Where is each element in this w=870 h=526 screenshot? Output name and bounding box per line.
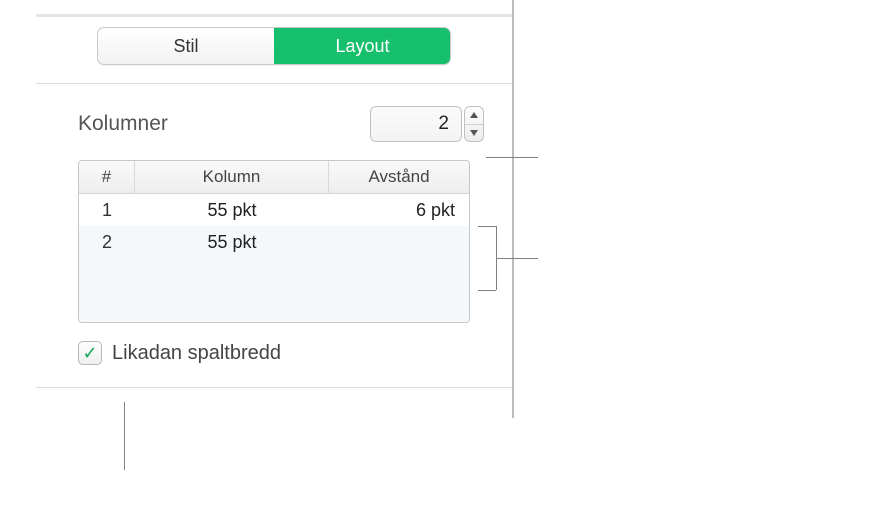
segmented-wrap: Stil Layout	[97, 27, 451, 65]
columns-label: Kolumner	[78, 112, 168, 136]
leader-line	[478, 226, 496, 227]
segmented-control: Stil Layout	[36, 27, 512, 83]
cell-kolumn: 55 pkt	[135, 194, 329, 226]
th-avstand: Avstånd	[329, 161, 469, 193]
stepper-down-button[interactable]	[465, 125, 483, 142]
leader-line	[478, 290, 496, 291]
cell-avstand	[329, 226, 469, 258]
divider	[36, 387, 512, 388]
th-kolumn: Kolumn	[135, 161, 329, 193]
table-empty-area	[79, 258, 469, 322]
layout-panel: Stil Layout Kolumner 2 # Kolumn Avstånd …	[36, 0, 514, 418]
tab-layout[interactable]: Layout	[274, 28, 450, 64]
equal-width-label: Likadan spaltbredd	[112, 342, 281, 365]
table-row[interactable]: 255 pkt	[79, 226, 469, 258]
table-header: # Kolumn Avstånd	[79, 161, 469, 194]
divider	[36, 83, 512, 84]
columns-row: Kolumner 2	[36, 106, 512, 142]
leader-line	[124, 402, 125, 470]
columns-table: # Kolumn Avstånd 155 pkt6 pkt255 pkt	[78, 160, 470, 323]
stepper-up-button[interactable]	[465, 107, 483, 125]
columns-input[interactable]: 2	[370, 106, 462, 142]
table-row[interactable]: 155 pkt6 pkt	[79, 194, 469, 226]
divider	[36, 14, 512, 17]
cell-kolumn: 55 pkt	[135, 226, 329, 258]
tab-stil[interactable]: Stil	[98, 28, 274, 64]
checkmark-icon: ✓	[82, 344, 97, 362]
stepper-control	[464, 106, 484, 142]
table-body: 155 pkt6 pkt255 pkt	[79, 194, 469, 258]
columns-stepper: 2	[370, 106, 484, 142]
cell-avstand: 6 pkt	[329, 194, 469, 226]
equal-width-row: ✓ Likadan spaltbredd	[78, 341, 512, 365]
cell-number: 2	[79, 226, 135, 258]
cell-number: 1	[79, 194, 135, 226]
leader-line	[486, 157, 538, 158]
th-number: #	[79, 161, 135, 193]
leader-line	[496, 258, 538, 259]
equal-width-checkbox[interactable]: ✓	[78, 341, 102, 365]
